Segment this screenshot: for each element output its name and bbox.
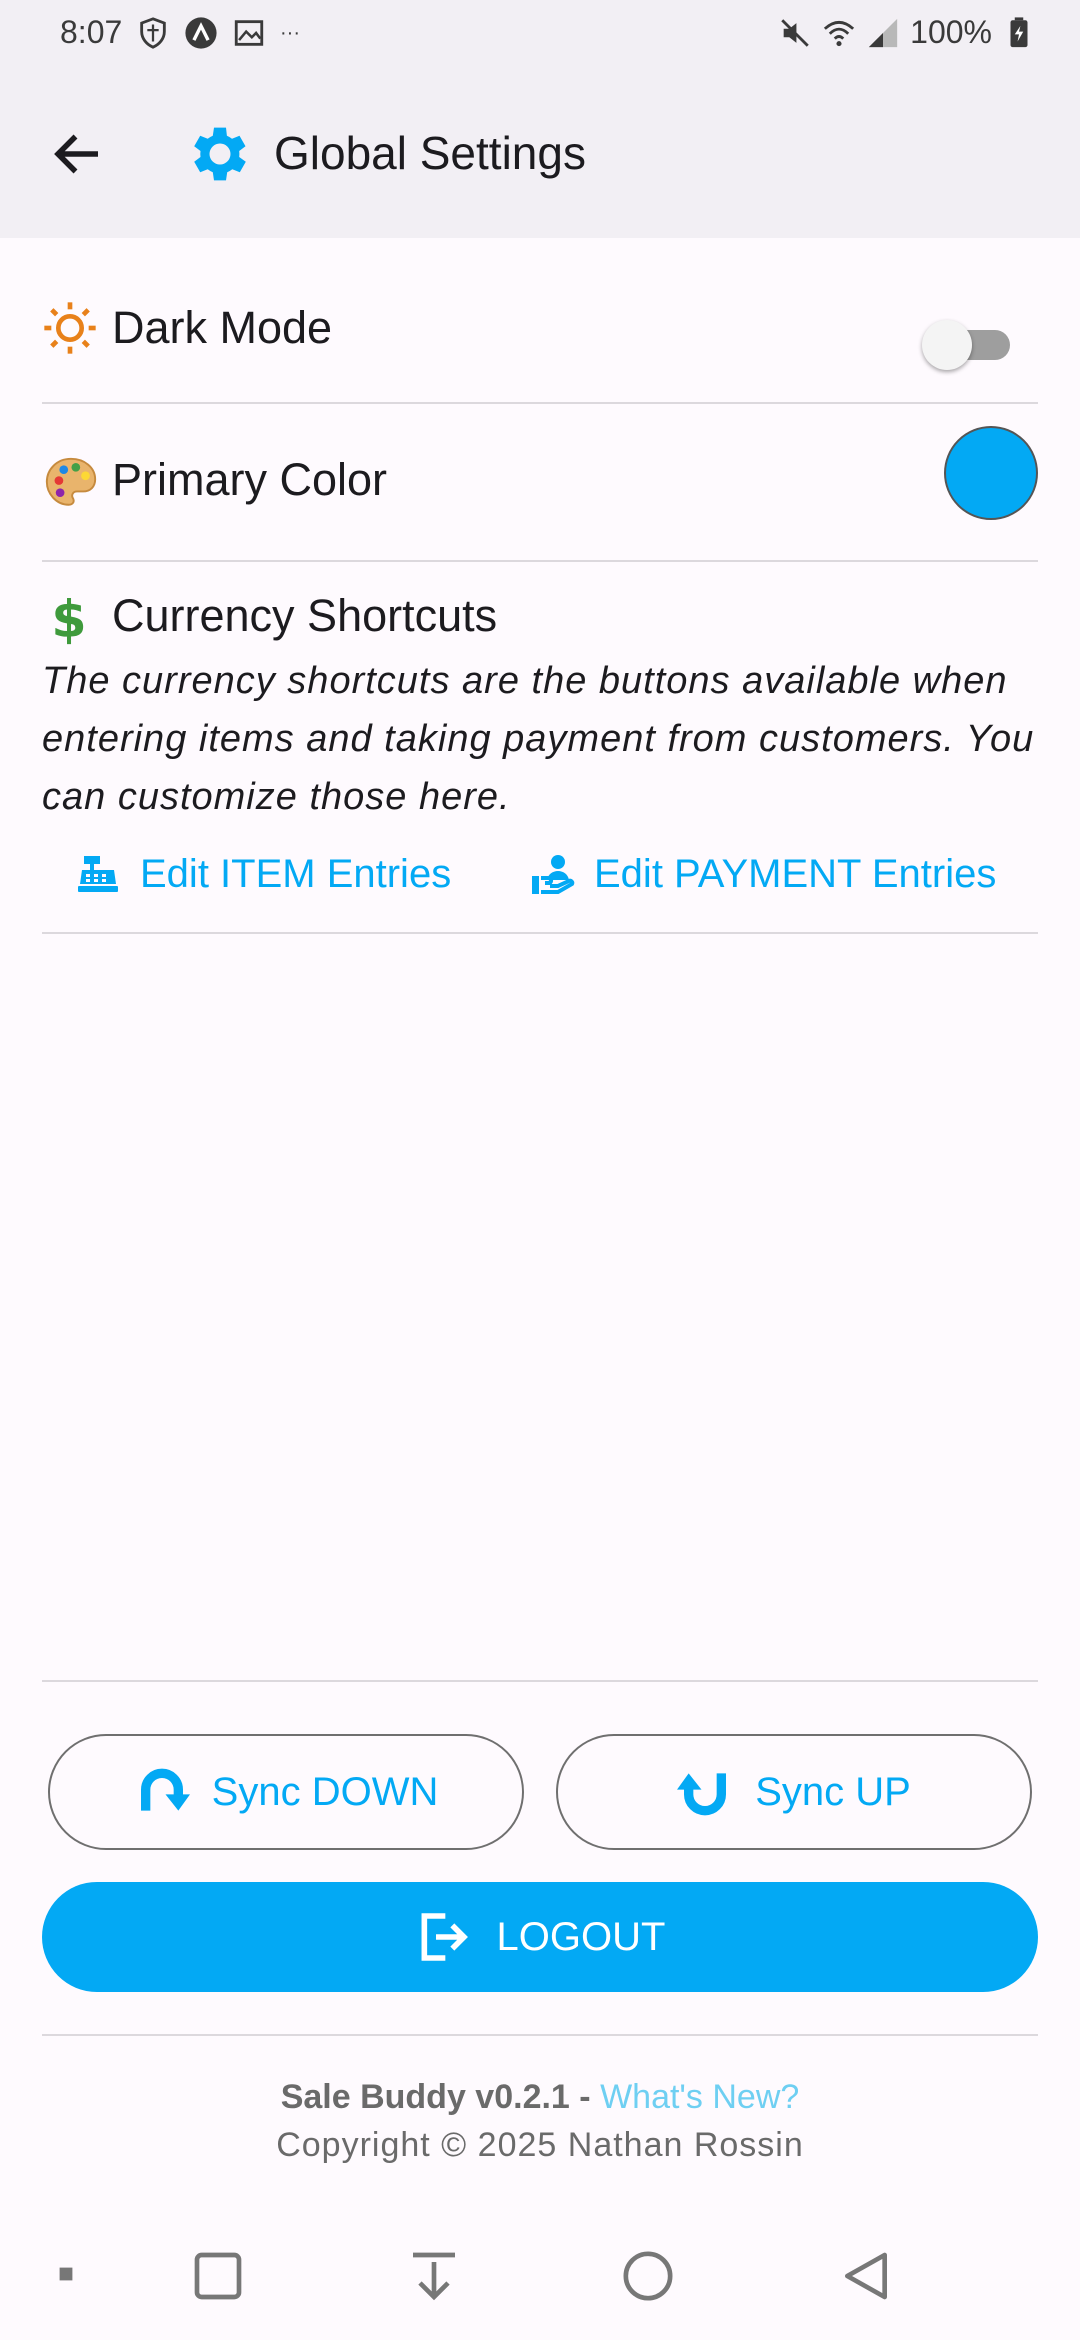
arrow-left-icon[interactable] xyxy=(48,124,108,184)
footer-separator: - xyxy=(569,2078,601,2116)
sync-up-button[interactable]: Sync UP xyxy=(556,1734,1032,1850)
sync-down-label: Sync DOWN xyxy=(211,1769,439,1814)
wifi-icon xyxy=(824,20,855,46)
divider xyxy=(42,932,1038,934)
dark-mode-toggle[interactable] xyxy=(922,318,1012,370)
hand-holding-user-icon xyxy=(532,855,575,894)
primary-color-label: Primary Color xyxy=(112,454,388,505)
signal-icon xyxy=(868,18,898,47)
sun-icon xyxy=(44,302,96,354)
recents-icon[interactable] xyxy=(190,2248,246,2304)
footer-version-line: Sale Buddy v0.2.1 - What's New? xyxy=(0,2078,1080,2117)
dark-mode-label: Dark Mode xyxy=(112,302,333,353)
more-notifications-indicator: ··· xyxy=(280,21,300,44)
toggle-thumb xyxy=(922,320,972,370)
sync-down-button[interactable]: Sync DOWN xyxy=(48,1734,524,1850)
redo-arrow-icon xyxy=(140,1768,190,1811)
battery-charging-icon xyxy=(1010,16,1028,47)
copyright-text: Copyright © 2025 Nathan Rossin xyxy=(276,2126,804,2164)
home-icon[interactable] xyxy=(620,2248,676,2304)
app-bar: Global Settings xyxy=(0,66,1080,238)
logout-button[interactable]: LOGOUT xyxy=(42,1882,1038,1992)
divider xyxy=(42,1680,1038,1682)
edit-payment-entries-button[interactable]: Edit PAYMENT Entries xyxy=(528,850,996,898)
sync-up-label: Sync UP xyxy=(755,1769,911,1814)
status-bar: 8:07 ··· 100% xyxy=(0,0,1080,66)
page-title: Global Settings xyxy=(274,127,586,179)
dot-icon xyxy=(59,2267,73,2281)
currency-shortcuts-label: Currency Shortcuts xyxy=(112,590,498,641)
currency-shortcuts-description: The currency shortcuts are the buttons a… xyxy=(42,660,1035,818)
battery-percentage: 100% xyxy=(910,14,992,50)
palette-icon xyxy=(45,457,97,506)
logout-icon xyxy=(421,1913,468,1961)
whats-new-link[interactable]: What's New? xyxy=(600,2078,799,2116)
status-time: 8:07 xyxy=(60,14,123,50)
dollar-sign-icon: $ xyxy=(51,590,86,646)
svg-text:$: $ xyxy=(51,590,86,646)
back-triangle-icon[interactable] xyxy=(838,2248,894,2304)
notification-icons: ··· xyxy=(136,16,300,50)
settings-screen: 8:07 ··· 100% Global Settings Dark Mode xyxy=(0,0,1080,2340)
cash-register-icon xyxy=(78,856,118,892)
app-version: Sale Buddy v0.2.1 xyxy=(280,2078,570,2116)
edit-payment-entries-label: Edit PAYMENT Entries xyxy=(594,851,997,896)
system-nav-bar xyxy=(0,2226,1080,2340)
divider xyxy=(42,2034,1038,2036)
download-arrow-icon[interactable] xyxy=(406,2248,462,2304)
divider xyxy=(42,560,1038,562)
app-logo-icon xyxy=(185,17,217,49)
mute-icon xyxy=(781,18,809,47)
shield-icon xyxy=(140,17,166,49)
edit-item-entries-button[interactable]: Edit ITEM Entries xyxy=(74,850,451,898)
edit-item-entries-label: Edit ITEM Entries xyxy=(140,851,452,896)
divider xyxy=(42,402,1038,404)
status-right-icons: 100% xyxy=(778,14,1036,51)
logout-label: LOGOUT xyxy=(496,1914,666,1959)
gear-icon xyxy=(194,127,246,181)
rotate-arrow-icon xyxy=(677,1773,727,1816)
primary-color-swatch[interactable] xyxy=(944,426,1038,520)
image-icon xyxy=(234,20,264,46)
